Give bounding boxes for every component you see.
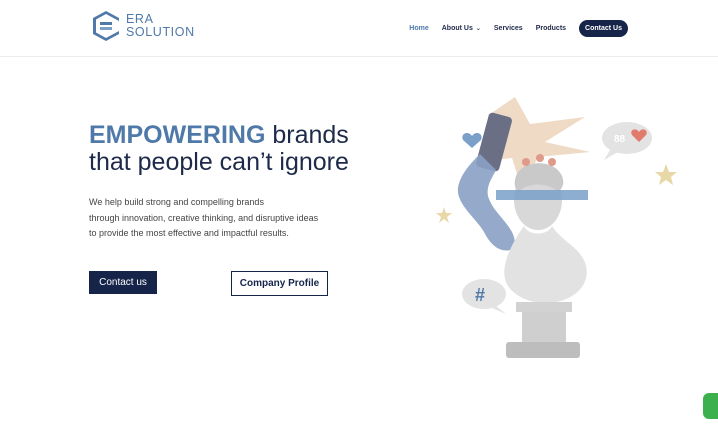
main-nav: Home About Us ⌄ Services Products Contac… [409, 20, 628, 37]
company-profile-button[interactable]: Company Profile [231, 271, 328, 296]
brand-name: ERA SOLUTION [126, 13, 195, 39]
hero-illustration: 88 # [436, 97, 677, 358]
chat-bubble-count: 88 [614, 134, 626, 145]
nav-item-services[interactable]: Services [494, 25, 523, 32]
nav-item-home[interactable]: Home [409, 25, 428, 32]
site-header: ERA SOLUTION Home About Us ⌄ Services Pr… [0, 0, 718, 57]
brand-logo[interactable]: ERA SOLUTION [92, 10, 195, 42]
arm [457, 154, 515, 251]
nav-item-label: About Us [441, 25, 473, 32]
whatsapp-icon[interactable] [703, 393, 718, 419]
nav-item-about-us[interactable]: About Us ⌄ [442, 25, 481, 32]
nav-item-label: Services [493, 25, 523, 32]
nav-item-products[interactable]: Products [536, 25, 566, 32]
hero-title-line2: that people can’t ignore [89, 148, 349, 176]
era-logo-icon [93, 11, 119, 41]
blue-band [496, 190, 588, 200]
star-icon [436, 207, 452, 223]
hashtag-icon: # [475, 285, 485, 305]
chat-bubble [602, 122, 652, 154]
statue-bust [504, 226, 587, 304]
brand-name-line2: SOLUTION [126, 25, 195, 39]
contact-us-nav-button[interactable]: Contact Us [579, 20, 628, 37]
hero-desc-line1: We help build strong and compelling bran… [89, 197, 264, 207]
hero-title-emphasis: EMPOWERING [89, 121, 266, 149]
chevron-down-icon: ⌄ [475, 26, 481, 32]
nav-item-label: Home [409, 25, 429, 32]
hero-description: We help build strong and compelling bran… [89, 195, 359, 242]
heart-icon [462, 133, 482, 148]
contact-us-button[interactable]: Contact us [89, 271, 157, 294]
hero-desc-line3: to provide the most effective and impact… [89, 228, 289, 238]
hero-desc-line2: through innovation, creative thinking, a… [89, 212, 319, 223]
nav-item-label: Products [535, 25, 567, 32]
hero-title: EMPOWERING brands that people can’t igno… [89, 122, 349, 176]
hero-title-rest: brands [265, 121, 349, 149]
star-icon [655, 164, 677, 185]
